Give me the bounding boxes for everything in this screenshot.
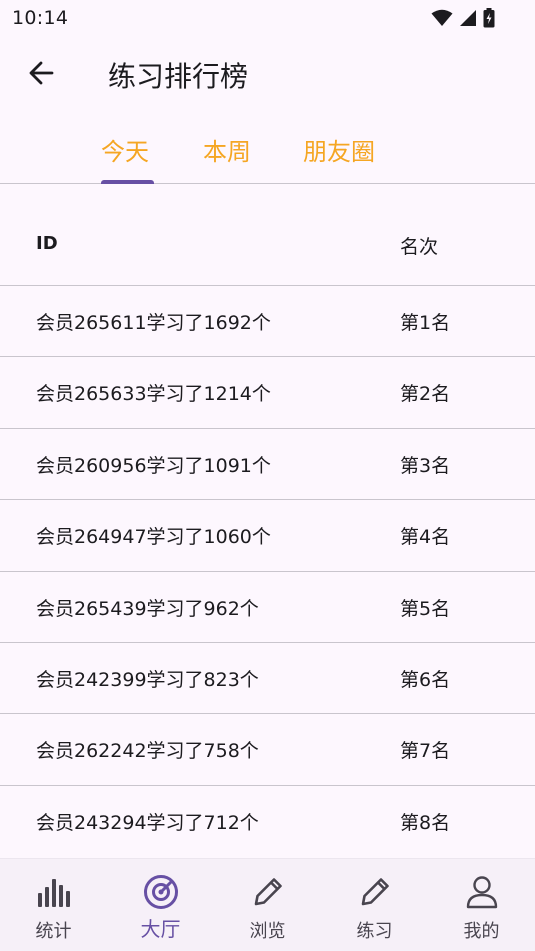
status-icons bbox=[431, 8, 495, 32]
table-header: ID 名次 bbox=[0, 184, 535, 286]
member-cell: 会员242399学习了823个 bbox=[36, 668, 259, 691]
pencil-icon bbox=[356, 873, 394, 911]
nav-item-stats[interactable]: 统计 bbox=[0, 859, 107, 951]
tab-today[interactable]: 今天 bbox=[101, 132, 149, 167]
nav-label: 练习 bbox=[356, 921, 393, 942]
table-row: 会员265439学习了962个 第5名 bbox=[0, 572, 535, 643]
rank-cell: 第2名 bbox=[400, 383, 451, 406]
member-cell: 会员243294学习了712个 bbox=[36, 811, 259, 834]
tab-friends[interactable]: 朋友圈 bbox=[303, 132, 375, 167]
battery-icon bbox=[483, 8, 495, 32]
member-cell: 会员265439学习了962个 bbox=[36, 597, 259, 620]
table-row: 会员243294学习了712个 第8名 bbox=[0, 786, 535, 857]
member-cell: 会员262242学习了758个 bbox=[36, 740, 259, 763]
table-row: 会员260956学习了1091个 第3名 bbox=[0, 429, 535, 501]
table-row: 会员242399学习了823个 第6名 bbox=[0, 643, 535, 715]
nav-label: 浏览 bbox=[249, 921, 286, 942]
nav-item-hall[interactable]: 大厅 bbox=[107, 859, 214, 951]
column-header-rank: 名次 bbox=[400, 236, 439, 258]
rank-cell: 第3名 bbox=[400, 454, 451, 477]
arrow-left-icon bbox=[27, 59, 55, 91]
column-header-id: ID bbox=[36, 233, 58, 254]
table-row: 会员265633学习了1214个 第2名 bbox=[0, 357, 535, 429]
bar-chart-icon bbox=[35, 873, 73, 911]
rank-cell: 第6名 bbox=[400, 668, 451, 691]
rank-cell: 第7名 bbox=[400, 740, 451, 763]
pencil-icon bbox=[249, 873, 287, 911]
rank-cell: 第4名 bbox=[400, 526, 451, 549]
ranking-table: ID 名次 会员265611学习了1692个 第1名 会员265633学习了12… bbox=[0, 184, 535, 857]
rank-cell: 第8名 bbox=[400, 811, 451, 834]
signal-icon bbox=[459, 9, 477, 31]
member-cell: 会员260956学习了1091个 bbox=[36, 454, 271, 477]
page-title: 练习排行榜 bbox=[108, 60, 249, 93]
rank-cell: 第1名 bbox=[400, 312, 451, 334]
screen: 10:14 练习排行榜 今天 本周 朋友圈 ID 名次 会员265611学习了1… bbox=[0, 0, 535, 951]
rank-cell: 第5名 bbox=[400, 597, 451, 620]
tab-this-week[interactable]: 本周 bbox=[203, 132, 251, 167]
status-time: 10:14 bbox=[12, 7, 69, 29]
member-cell: 会员265633学习了1214个 bbox=[36, 383, 271, 406]
nav-label: 大厅 bbox=[140, 917, 181, 941]
back-button[interactable] bbox=[22, 56, 60, 94]
table-row: 会员262242学习了758个 第7名 bbox=[0, 714, 535, 786]
nav-label: 我的 bbox=[463, 921, 500, 942]
wifi-icon bbox=[431, 9, 453, 31]
member-cell: 会员265611学习了1692个 bbox=[36, 312, 271, 334]
table-row: 会员264947学习了1060个 第4名 bbox=[0, 500, 535, 572]
member-cell: 会员264947学习了1060个 bbox=[36, 526, 271, 549]
target-icon bbox=[142, 873, 180, 911]
nav-label: 统计 bbox=[35, 921, 72, 942]
nav-item-practice[interactable]: 练习 bbox=[321, 859, 428, 951]
bottom-navigation: 统计 大厅 浏览 练习 我的 bbox=[0, 858, 535, 951]
person-icon bbox=[463, 873, 501, 911]
status-bar: 10:14 bbox=[0, 0, 535, 36]
table-row: 会员265611学习了1692个 第1名 bbox=[0, 286, 535, 358]
app-bar: 练习排行榜 bbox=[0, 36, 535, 112]
nav-item-mine[interactable]: 我的 bbox=[428, 859, 535, 951]
nav-item-browse[interactable]: 浏览 bbox=[214, 859, 321, 951]
tab-bar: 今天 本周 朋友圈 bbox=[0, 112, 535, 184]
